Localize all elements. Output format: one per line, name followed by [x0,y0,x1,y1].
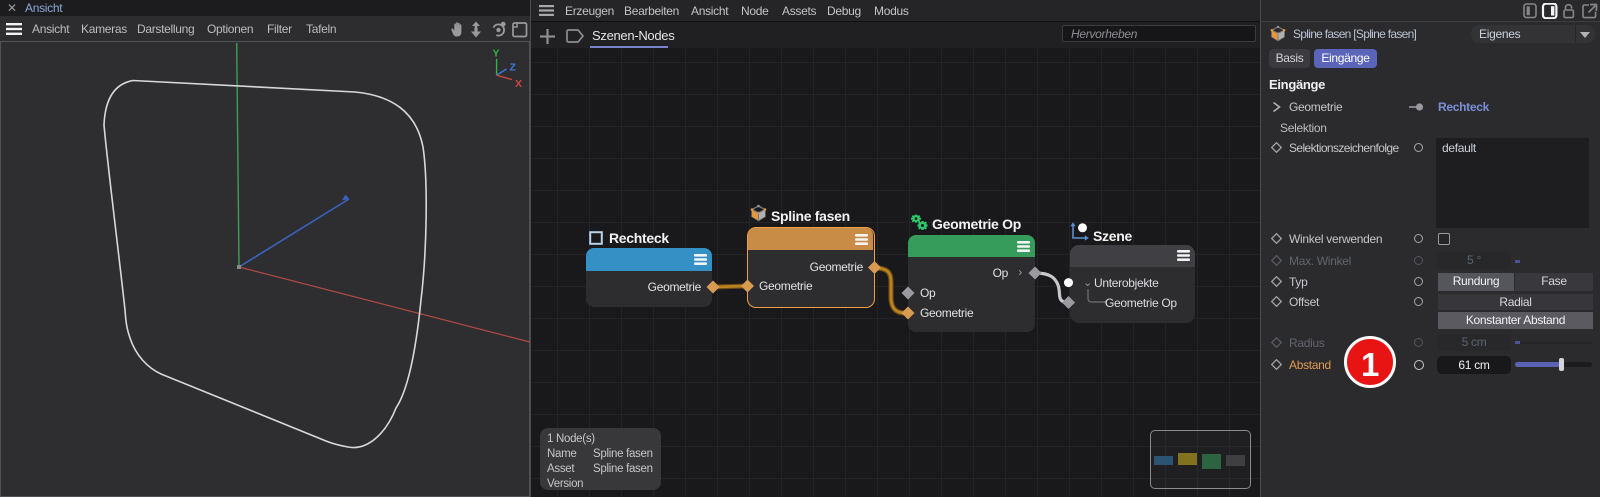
svg-text:Y: Y [493,48,500,60]
svg-text:X: X [515,78,522,90]
svg-text:Z: Z [510,62,517,74]
